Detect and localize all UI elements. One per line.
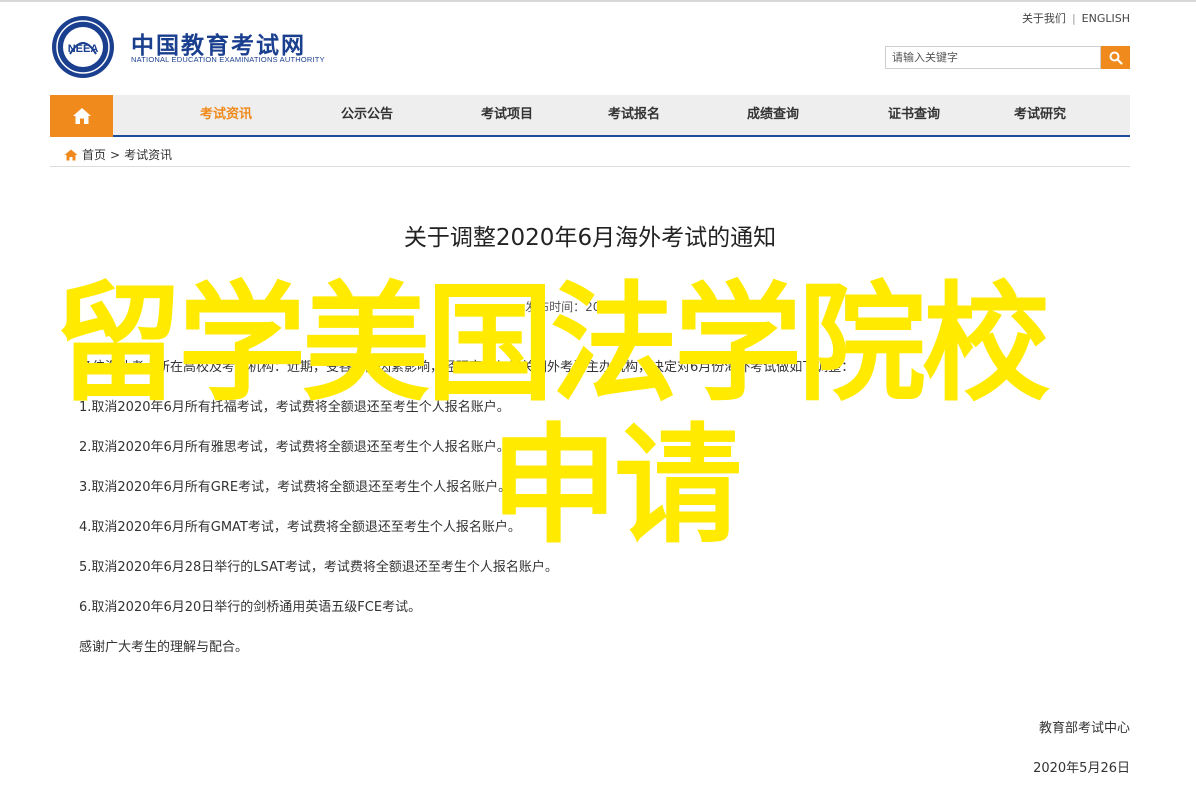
article-item-1: 1.取消2020年6月所有托福考试，考试费将全额退还至考生个人报名账户。 bbox=[79, 400, 510, 415]
nav-home-button[interactable] bbox=[50, 95, 113, 137]
nav-item-exam-news[interactable]: 考试资讯 bbox=[200, 95, 252, 135]
english-link[interactable]: ENGLISH bbox=[1082, 12, 1130, 25]
home-icon bbox=[72, 108, 91, 124]
article-closing: 感谢广大考生的理解与配合。 bbox=[79, 640, 249, 655]
article-date: 2020年5月26日 bbox=[1033, 761, 1130, 776]
top-links: 关于我们 | ENGLISH bbox=[1022, 10, 1130, 26]
article-item-4: 4.取消2020年6月所有GMAT考试，考试费将全额退还至考生个人报名账户。 bbox=[79, 520, 521, 535]
nav-item-announcements[interactable]: 公示公告 bbox=[341, 95, 393, 135]
search-input[interactable] bbox=[885, 46, 1101, 69]
search-button[interactable] bbox=[1101, 46, 1130, 69]
nav-item-registration[interactable]: 考试报名 bbox=[608, 95, 660, 135]
top-border bbox=[0, 0, 1196, 2]
nav-item-exam-projects[interactable]: 考试项目 bbox=[481, 95, 533, 135]
breadcrumb-current[interactable]: 考试资讯 bbox=[124, 146, 172, 163]
about-link[interactable]: 关于我们 bbox=[1022, 12, 1066, 25]
breadcrumb-separator: > bbox=[110, 147, 121, 162]
publish-date: 发布时间：2020-05-26 bbox=[525, 300, 655, 314]
breadcrumb-home[interactable]: 首页 bbox=[82, 146, 106, 163]
top-links-separator: | bbox=[1071, 12, 1076, 25]
search-icon bbox=[1109, 51, 1123, 65]
article-item-5: 5.取消2020年6月28日举行的LSAT考试，考试费将全额退还至考生个人报名账… bbox=[79, 560, 558, 575]
nav-item-score-query[interactable]: 成绩查询 bbox=[747, 95, 799, 135]
nav-item-certificate-query[interactable]: 证书查询 bbox=[888, 95, 940, 135]
article-item-6: 6.取消2020年6月20日举行的剑桥通用英语五级FCE考试。 bbox=[79, 600, 422, 615]
overlay-text-line2: 申请 bbox=[490, 412, 742, 561]
main-nav: 考试资讯 公示公告 考试项目 考试报名 成绩查询 证书查询 考试研究 bbox=[50, 95, 1130, 137]
article-title: 关于调整2020年6月海外考试的通知 bbox=[403, 225, 777, 251]
nav-item-exam-research[interactable]: 考试研究 bbox=[1014, 95, 1066, 135]
article-item-2: 2.取消2020年6月所有雅思考试，考试费将全额退还至考生个人报名账户。 bbox=[79, 440, 510, 455]
breadcrumb-divider bbox=[50, 166, 1130, 167]
breadcrumb: 首页 > 考试资讯 bbox=[64, 146, 172, 163]
neea-logo-icon[interactable]: NEEA bbox=[50, 14, 116, 80]
breadcrumb-home-icon bbox=[64, 149, 78, 160]
article-intro: 各位海外考点所在高校及考试机构：近期，受各方面因素影响，经研究和与相关国外考试主… bbox=[79, 360, 855, 375]
site-subtitle: NATIONAL EDUCATION EXAMINATIONS AUTHORIT… bbox=[131, 55, 325, 64]
article-item-3: 3.取消2020年6月所有GRE考试，考试费将全额退还至考生个人报名账户。 bbox=[79, 480, 512, 495]
article-signature: 教育部考试中心 bbox=[1038, 721, 1130, 736]
logo-text: NEEA bbox=[68, 43, 99, 55]
